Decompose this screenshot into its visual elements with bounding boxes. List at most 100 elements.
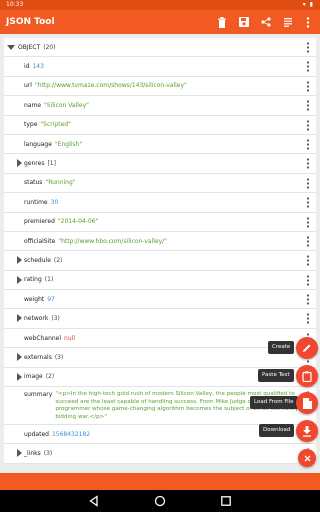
row-value: 143 (32, 63, 44, 71)
trash-icon[interactable] (214, 14, 230, 30)
row-value: "http://www.hbo.com/silicon-valley/" (58, 237, 167, 245)
row-value: null (64, 334, 75, 342)
create-label[interactable]: Create (268, 341, 295, 354)
root-key: OBJECT (18, 43, 41, 51)
row-more-icon[interactable] (306, 294, 310, 305)
row-value: (3) (43, 450, 53, 458)
row-more-icon[interactable] (306, 100, 310, 111)
caret-right-icon[interactable] (15, 275, 23, 284)
row-value: "http://www.tvmaze.com/shows/143/silicon… (34, 82, 187, 90)
summary-key: summary (24, 391, 53, 399)
app-title: JSON Tool (6, 17, 55, 27)
download-fab[interactable] (296, 420, 318, 442)
row-more-icon[interactable] (306, 42, 310, 53)
row-more-icon[interactable] (306, 216, 310, 228)
row-value: (2) (45, 373, 55, 381)
back-icon[interactable] (88, 495, 100, 507)
row-key: language (24, 140, 52, 148)
more-vert-icon[interactable] (300, 14, 316, 30)
row-more-icon[interactable] (306, 81, 310, 92)
save-icon[interactable] (236, 14, 252, 30)
row-key: status (24, 179, 43, 187)
tree-row-rating[interactable]: rating (1) (4, 270, 316, 291)
share-icon[interactable] (258, 14, 274, 30)
row-more-icon[interactable] (306, 313, 310, 325)
row-value: "Running" (45, 179, 76, 187)
nav-bar (0, 490, 320, 512)
caret-right-icon[interactable] (15, 159, 23, 168)
download-icon (303, 425, 311, 437)
create-fab[interactable] (296, 337, 318, 359)
row-more-icon[interactable] (306, 119, 310, 131)
row-key: url (24, 82, 32, 90)
tree-row-url[interactable]: url "http://www.tvmaze.com/shows/143/sili… (4, 76, 316, 97)
row-key: genres (24, 160, 45, 168)
recents-icon[interactable] (220, 495, 232, 507)
row-key: network (24, 315, 49, 323)
tree-row-premiered[interactable]: premiered "2014-04-06" (4, 212, 316, 232)
row-key: runtime (24, 198, 48, 206)
status-time: 10:33 (6, 1, 24, 8)
pencil-icon (303, 344, 311, 352)
paste-text-label[interactable]: Paste Text (258, 369, 294, 382)
row-value: [1] (47, 160, 56, 168)
caret-right-icon[interactable] (15, 353, 23, 362)
caret-right-icon[interactable] (15, 314, 23, 323)
status-indicators: ▾ ▮ (302, 1, 314, 8)
tree-row-network[interactable]: network (3) (4, 309, 316, 329)
row-value: 30 (50, 198, 59, 206)
load-from-file-fab[interactable] (296, 392, 318, 414)
caret-right-icon[interactable] (15, 372, 23, 381)
tree-root-row[interactable]: OBJECT (20) (4, 38, 316, 58)
row-key: rating (24, 276, 42, 284)
row-more-icon[interactable] (306, 178, 310, 189)
caret-down-icon[interactable] (7, 43, 15, 51)
row-key: officialSite (24, 237, 56, 245)
app-bar: JSON Tool (0, 10, 320, 34)
row-key: schedule (24, 256, 51, 264)
row-more-icon[interactable] (306, 61, 310, 72)
caret-right-icon[interactable] (15, 449, 23, 458)
tree-row-language[interactable]: language "English" (4, 134, 316, 155)
download-label[interactable]: Download (259, 424, 295, 437)
tree-row-name[interactable]: name "Silicon Valley" (4, 96, 316, 116)
row-more-icon[interactable] (306, 197, 310, 208)
row-more-icon[interactable] (306, 275, 310, 286)
clipboard-icon (302, 370, 312, 382)
row-value: 1568432182 (51, 430, 91, 438)
row-value: (3) (51, 315, 60, 323)
close-fab[interactable] (298, 449, 316, 467)
caret-right-icon[interactable] (15, 256, 23, 265)
load-from-file-label[interactable]: Load From File (250, 396, 298, 409)
row-key: updated (24, 430, 49, 438)
row-key: type (24, 121, 38, 129)
bottom-bar (0, 473, 320, 490)
list-icon[interactable] (280, 14, 296, 30)
row-more-icon[interactable] (306, 236, 310, 247)
tree-row-links[interactable]: _links (3) (4, 444, 316, 464)
close-icon (304, 455, 310, 461)
row-value: (2) (53, 256, 63, 264)
paste-text-fab[interactable] (296, 365, 318, 387)
row-value: (1) (44, 276, 54, 284)
tree-row-id[interactable]: id 143 (4, 57, 316, 77)
row-key: _links (24, 450, 41, 458)
home-icon[interactable] (154, 495, 166, 507)
row-key: name (24, 101, 42, 109)
row-more-icon[interactable] (306, 139, 310, 150)
tree-row-schedule[interactable]: schedule (2) (4, 251, 316, 271)
root-count: (20) (43, 43, 56, 51)
tree-row-type[interactable]: type "Scripted" (4, 115, 316, 135)
tree-row-weight[interactable]: weight 97 (4, 290, 316, 310)
tree-row-genres[interactable]: genres [1] (4, 154, 316, 174)
tree-row-runtime[interactable]: runtime 30 (4, 193, 316, 213)
row-more-icon[interactable] (306, 158, 310, 169)
row-value: (3) (54, 353, 64, 361)
tree-row-officialsite[interactable]: officialSite "http://www.hbo.com/silicon-… (4, 231, 316, 252)
row-value: "2014-04-06" (57, 218, 99, 226)
tree-row-status[interactable]: status "Running" (4, 173, 316, 194)
row-more-icon[interactable] (306, 255, 310, 266)
row-key: webChannel (24, 334, 62, 342)
row-key: premiered (24, 218, 55, 226)
row-key: externals (24, 353, 52, 361)
